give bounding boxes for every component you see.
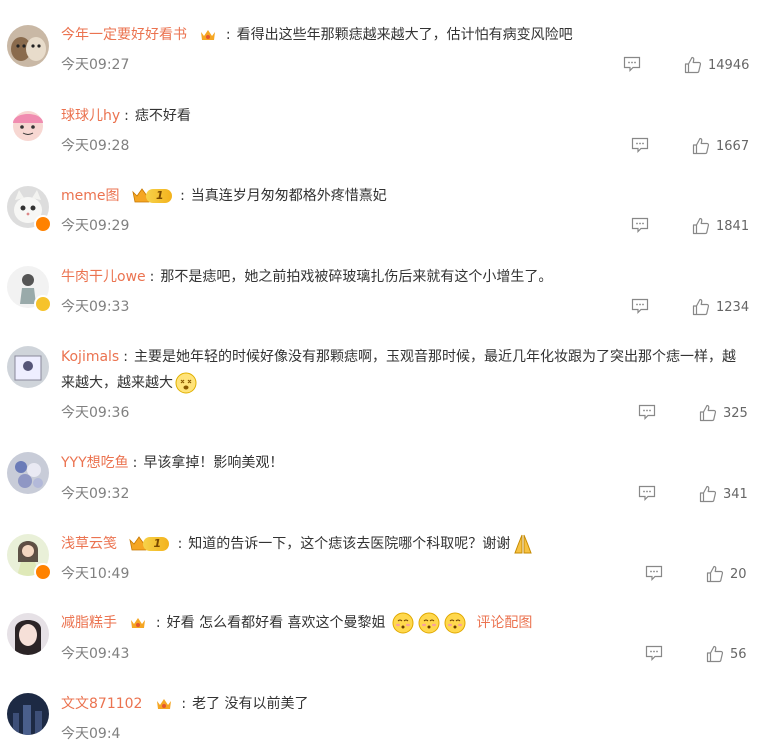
- thumbs-up-icon: [692, 137, 710, 155]
- like-count: 1841: [716, 218, 750, 234]
- like-button[interactable]: 341: [699, 484, 748, 504]
- username-link[interactable]: 文文871102: [61, 696, 142, 712]
- user-avatar[interactable]: [7, 613, 49, 655]
- comment-time: 今天09:43: [61, 646, 130, 662]
- dizzy-face-emoji-icon: [175, 372, 197, 394]
- like-button[interactable]: 1667: [692, 136, 749, 156]
- kissing-face-emoji-icon: [444, 612, 466, 634]
- comment-text: 那不是痣吧，她之前拍戏被碎玻璃扎伤后来就有这个小增生了。: [160, 269, 553, 285]
- thumbs-up-icon: [699, 485, 717, 503]
- comment-body: 今年一定要好好看书 : 看得出这些年那颗痣越来越大了，估计怕有病变风险吧: [61, 27, 573, 43]
- vip-crown-icon: [156, 699, 171, 709]
- comment-text: 痣不好看: [134, 108, 191, 124]
- username-link[interactable]: Kojimals: [61, 349, 119, 365]
- verified-badge-icon: [34, 215, 52, 233]
- comment-text: 早该拿掉！影响美观！: [143, 455, 284, 471]
- like-count: 14946: [708, 57, 750, 73]
- like-count: 325: [723, 405, 748, 421]
- verified-badge-icon: [34, 295, 52, 313]
- comment-text: 好看 怎么看都好看 喜欢这个曼黎姐: [166, 615, 386, 631]
- comment-body: 牛肉干儿owe: 那不是痣吧，她之前拍戏被碎玻璃扎伤后来就有这个小增生了。: [61, 269, 553, 285]
- comment-time: 今天09:28: [61, 138, 130, 154]
- like-count: 1667: [716, 138, 750, 154]
- thumbs-up-icon: [684, 56, 702, 74]
- user-avatar[interactable]: [7, 693, 49, 735]
- thumbs-up-icon: [706, 565, 724, 583]
- reply-icon[interactable]: [645, 565, 663, 581]
- reply-icon[interactable]: [638, 485, 656, 501]
- like-button[interactable]: 14946: [684, 55, 749, 75]
- like-button[interactable]: 1841: [692, 216, 749, 236]
- comment-text: 老了 没有以前美了: [192, 696, 309, 712]
- comment-text: 当真连岁月匆匆都格外疼惜熹妃: [190, 188, 387, 204]
- like-count: 341: [723, 486, 748, 502]
- user-avatar[interactable]: [7, 452, 49, 494]
- reply-icon[interactable]: [631, 298, 649, 314]
- username-link[interactable]: 浅草云笺: [61, 536, 117, 552]
- praying-hands-emoji-icon: [514, 534, 533, 554]
- comment-text: 主要是她年轻的时候好像没有那颗痣啊，玉观音那时候，最近几年化妆跟为了突出那个痣一…: [61, 349, 736, 391]
- comment-text: 看得出这些年那颗痣越来越大了，估计怕有病变风险吧: [236, 27, 573, 43]
- like-count: 20: [730, 566, 747, 582]
- thumbs-up-icon: [692, 217, 710, 235]
- like-button[interactable]: 1234: [692, 297, 749, 317]
- like-count: 56: [730, 646, 747, 662]
- comment-time: 今天09:27: [61, 57, 130, 73]
- username-link[interactable]: 今年一定要好好看书: [61, 27, 187, 43]
- comment-body: Kojimals: 主要是她年轻的时候好像没有那颗痣啊，玉观音那时候，最近几年化妆…: [61, 344, 741, 396]
- like-button[interactable]: 56: [706, 644, 747, 664]
- reply-icon[interactable]: [623, 56, 641, 72]
- verified-badge-icon: [34, 563, 52, 581]
- comment-time: 今天09:4: [61, 726, 121, 742]
- comment-body: meme图 1 : 当真连岁月匆匆都格外疼惜熹妃: [61, 188, 387, 204]
- like-button[interactable]: 20: [706, 564, 747, 584]
- username-link[interactable]: 减脂糕手: [61, 615, 117, 631]
- user-avatar[interactable]: [7, 105, 49, 147]
- comment-time: 今天09:36: [61, 405, 130, 421]
- reply-icon[interactable]: [631, 137, 649, 153]
- comment-body: 文文871102 : 老了 没有以前美了: [61, 696, 309, 712]
- comment-time: 今天10:49: [61, 566, 130, 582]
- like-count: 1234: [716, 299, 750, 315]
- comment-time: 今天09:33: [61, 299, 130, 315]
- user-avatar[interactable]: [7, 346, 49, 388]
- comment-body: 减脂糕手 : 好看 怎么看都好看 喜欢这个曼黎姐 评论配图: [61, 610, 532, 636]
- thumbs-up-icon: [699, 404, 717, 422]
- comment-time: 今天09:32: [61, 486, 130, 502]
- username-link[interactable]: YYY想吃鱼: [61, 455, 129, 471]
- username-link[interactable]: meme图: [61, 188, 120, 204]
- comment-time: 今天09:29: [61, 218, 130, 234]
- vip-crown-icon: [131, 618, 146, 628]
- username-link[interactable]: 球球儿hy: [61, 108, 120, 124]
- kissing-face-emoji-icon: [392, 612, 414, 634]
- thumbs-up-icon: [692, 298, 710, 316]
- username-link[interactable]: 牛肉干儿owe: [61, 269, 146, 285]
- user-avatar[interactable]: [7, 25, 49, 67]
- comment-image-link[interactable]: 评论配图: [476, 615, 532, 631]
- reply-icon[interactable]: [638, 404, 656, 420]
- fan-level-badge: 1: [132, 188, 172, 204]
- comment-body: 球球儿hy: 痣不好看: [61, 108, 191, 124]
- comment-body: YYY想吃鱼: 早该拿掉！影响美观！: [61, 455, 284, 471]
- thumbs-up-icon: [706, 645, 724, 663]
- reply-icon[interactable]: [645, 645, 663, 661]
- comment-text: 知道的告诉一下，这个痣该去医院哪个科取呢？谢谢: [188, 536, 511, 552]
- vip-crown-icon: [201, 30, 216, 40]
- comment-body: 浅草云笺 1 : 知道的告诉一下，这个痣该去医院哪个科取呢？谢谢: [61, 531, 536, 557]
- reply-icon[interactable]: [631, 217, 649, 233]
- like-button[interactable]: 325: [699, 403, 748, 423]
- fan-level-badge: 1: [129, 536, 170, 552]
- kissing-face-emoji-icon: [418, 612, 440, 634]
